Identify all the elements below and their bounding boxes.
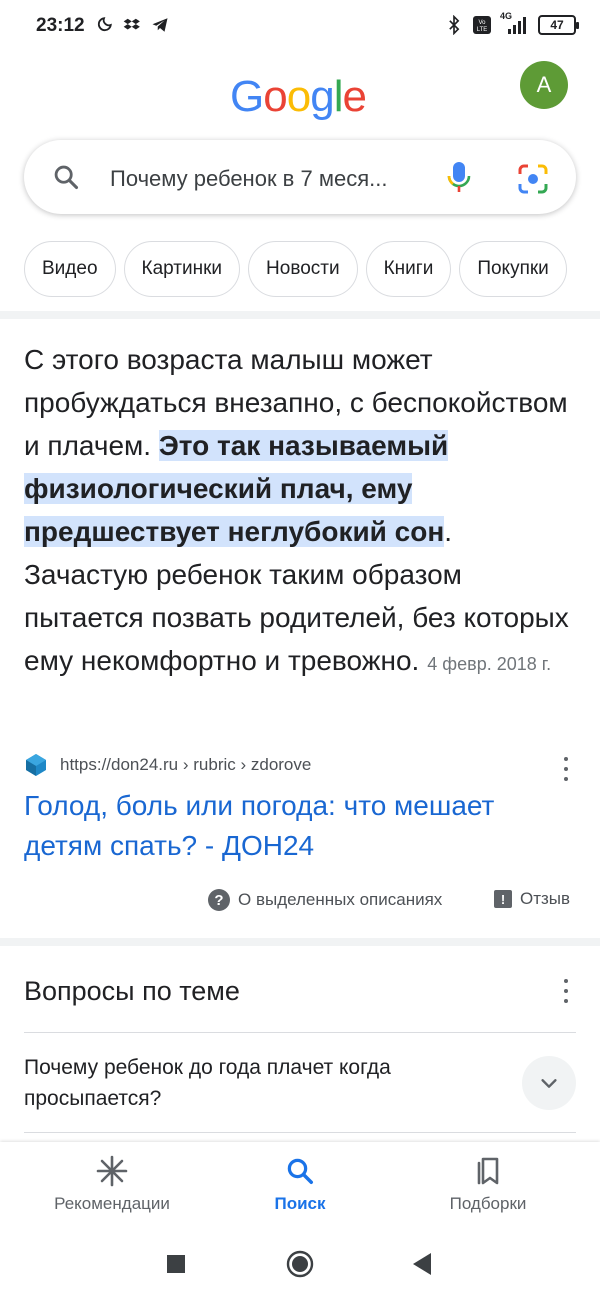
feedback-icon: ! xyxy=(494,890,512,908)
google-lens-icon[interactable] xyxy=(516,162,550,196)
collections-icon xyxy=(471,1154,505,1188)
chip-books[interactable]: Книги xyxy=(365,241,452,297)
system-navigation xyxy=(0,1228,600,1299)
chip-images[interactable]: Картинки xyxy=(123,241,241,297)
feedback-link[interactable]: ! Отзыв xyxy=(494,889,570,909)
logo-letter: o xyxy=(263,72,288,121)
battery-indicator: 47 xyxy=(538,15,579,35)
logo-letter: e xyxy=(342,72,367,121)
chip-shopping[interactable]: Покупки xyxy=(459,241,567,297)
logo-letter: G xyxy=(230,72,264,121)
nav-recommendations-label: Рекомендации xyxy=(54,1194,170,1213)
questions-more-icon[interactable] xyxy=(562,979,570,1003)
about-snippets-label: О выделенных описаниях xyxy=(238,890,443,909)
back-button[interactable] xyxy=(412,1252,432,1281)
recents-button[interactable] xyxy=(166,1254,186,1279)
divider xyxy=(24,1032,576,1033)
search-icon xyxy=(283,1154,317,1188)
logo-letter: o xyxy=(286,72,312,121)
nav-recommendations[interactable]: Рекомендации xyxy=(12,1142,212,1228)
svg-text:LTE: LTE xyxy=(477,27,488,33)
result-more-icon[interactable] xyxy=(562,757,570,781)
chevron-down-icon[interactable] xyxy=(522,1056,576,1110)
chip-news[interactable]: Новости xyxy=(248,241,358,297)
chip-video[interactable]: Видео xyxy=(24,241,116,297)
status-time: 23:12 xyxy=(36,15,85,36)
divider xyxy=(24,1132,576,1133)
avatar[interactable]: A xyxy=(520,61,568,109)
result-url: https://don24.ru › rubric › zdorove xyxy=(60,755,312,774)
about-snippets-link[interactable]: ? О выделенных описаниях xyxy=(208,889,442,911)
bluetooth-icon xyxy=(444,15,464,35)
site-favicon xyxy=(24,753,48,777)
section-divider xyxy=(0,311,600,319)
search-input[interactable]: Почему ребенок в 7 меся... xyxy=(110,166,422,192)
moon-icon xyxy=(94,15,114,35)
status-bar: 23:12 Vo LTE 4G 47 xyxy=(0,0,600,54)
result-source[interactable]: https://don24.ru › rubric › zdorove xyxy=(24,752,576,778)
nav-collections[interactable]: Подборки xyxy=(388,1142,588,1228)
nav-search-label: Поиск xyxy=(274,1194,326,1213)
feedback-label: Отзыв xyxy=(520,889,571,908)
google-logo: Google xyxy=(230,72,367,122)
related-question-item[interactable]: Почему ребенок до года плачет когда прос… xyxy=(24,1052,494,1114)
filter-chips: Видео Картинки Новости Книги Покупки xyxy=(24,241,600,297)
related-questions-heading: Вопросы по теме xyxy=(24,976,240,1006)
nav-search[interactable]: Поиск xyxy=(200,1142,400,1228)
telegram-icon xyxy=(150,15,170,35)
sparkle-icon xyxy=(95,1154,129,1188)
network-label: 4G xyxy=(500,11,513,21)
home-button[interactable] xyxy=(286,1250,314,1283)
logo-letter: g xyxy=(310,72,335,121)
featured-snippet: С этого возраста малыш может пробуждатьс… xyxy=(24,338,576,686)
svg-text:Vo: Vo xyxy=(478,20,486,26)
nav-collections-label: Подборки xyxy=(449,1194,527,1213)
snippet-date: 4 февр. 2018 г. xyxy=(427,654,552,674)
section-divider xyxy=(0,938,600,946)
microphone-icon[interactable] xyxy=(444,160,474,194)
volte-icon: Vo LTE xyxy=(472,15,492,35)
signal-4g-icon: 4G xyxy=(500,11,530,35)
result-title-link[interactable]: Голод, боль или погода: что мешает детям… xyxy=(24,786,576,866)
bottom-navigation: Рекомендации Поиск Подборки xyxy=(0,1142,600,1228)
dropbox-icon xyxy=(122,15,142,35)
help-icon: ? xyxy=(208,889,230,911)
search-icon xyxy=(52,163,80,191)
